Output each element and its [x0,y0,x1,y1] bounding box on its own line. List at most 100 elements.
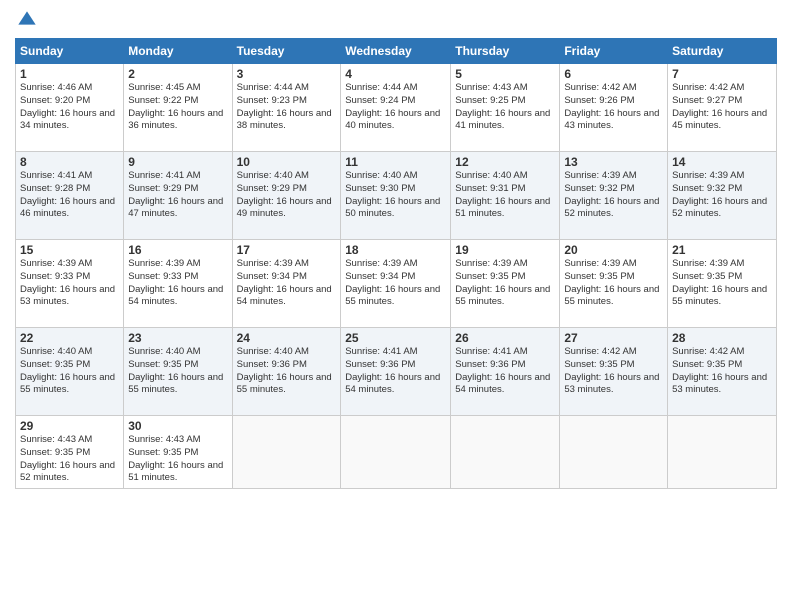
day-info: Sunrise: 4:43 AMSunset: 9:35 PMDaylight:… [20,434,119,485]
calendar-cell: 24Sunrise: 4:40 AMSunset: 9:36 PMDayligh… [232,328,341,416]
day-info: Sunrise: 4:39 AMSunset: 9:33 PMDaylight:… [128,258,227,309]
day-number: 8 [20,155,119,169]
calendar-header-row: SundayMondayTuesdayWednesdayThursdayFrid… [16,39,777,64]
calendar-cell: 23Sunrise: 4:40 AMSunset: 9:35 PMDayligh… [124,328,232,416]
calendar-week-row: 29Sunrise: 4:43 AMSunset: 9:35 PMDayligh… [16,416,777,489]
day-info: Sunrise: 4:44 AMSunset: 9:23 PMDaylight:… [237,82,337,133]
day-info: Sunrise: 4:39 AMSunset: 9:32 PMDaylight:… [564,170,663,221]
day-info: Sunrise: 4:40 AMSunset: 9:36 PMDaylight:… [237,346,337,397]
day-number: 30 [128,419,227,433]
calendar-cell: 22Sunrise: 4:40 AMSunset: 9:35 PMDayligh… [16,328,124,416]
page: SundayMondayTuesdayWednesdayThursdayFrid… [0,0,792,612]
day-number: 19 [455,243,555,257]
calendar-header-thursday: Thursday [451,39,560,64]
calendar-cell: 17Sunrise: 4:39 AMSunset: 9:34 PMDayligh… [232,240,341,328]
day-info: Sunrise: 4:40 AMSunset: 9:30 PMDaylight:… [345,170,446,221]
day-number: 2 [128,67,227,81]
calendar-cell: 12Sunrise: 4:40 AMSunset: 9:31 PMDayligh… [451,152,560,240]
calendar-cell: 29Sunrise: 4:43 AMSunset: 9:35 PMDayligh… [16,416,124,489]
day-info: Sunrise: 4:44 AMSunset: 9:24 PMDaylight:… [345,82,446,133]
day-number: 26 [455,331,555,345]
day-info: Sunrise: 4:39 AMSunset: 9:32 PMDaylight:… [672,170,772,221]
day-number: 21 [672,243,772,257]
calendar-cell [341,416,451,489]
day-number: 16 [128,243,227,257]
calendar-cell: 30Sunrise: 4:43 AMSunset: 9:35 PMDayligh… [124,416,232,489]
calendar-cell: 15Sunrise: 4:39 AMSunset: 9:33 PMDayligh… [16,240,124,328]
day-info: Sunrise: 4:41 AMSunset: 9:28 PMDaylight:… [20,170,119,221]
day-info: Sunrise: 4:40 AMSunset: 9:29 PMDaylight:… [237,170,337,221]
day-number: 1 [20,67,119,81]
calendar-cell: 13Sunrise: 4:39 AMSunset: 9:32 PMDayligh… [560,152,668,240]
day-info: Sunrise: 4:41 AMSunset: 9:29 PMDaylight:… [128,170,227,221]
day-info: Sunrise: 4:39 AMSunset: 9:35 PMDaylight:… [455,258,555,309]
day-number: 10 [237,155,337,169]
calendar-week-row: 22Sunrise: 4:40 AMSunset: 9:35 PMDayligh… [16,328,777,416]
day-number: 17 [237,243,337,257]
calendar-cell: 2Sunrise: 4:45 AMSunset: 9:22 PMDaylight… [124,64,232,152]
calendar-cell [668,416,777,489]
day-number: 11 [345,155,446,169]
logo-icon [17,10,37,30]
day-number: 18 [345,243,446,257]
calendar-header-saturday: Saturday [668,39,777,64]
day-info: Sunrise: 4:43 AMSunset: 9:25 PMDaylight:… [455,82,555,133]
calendar-cell: 16Sunrise: 4:39 AMSunset: 9:33 PMDayligh… [124,240,232,328]
day-info: Sunrise: 4:46 AMSunset: 9:20 PMDaylight:… [20,82,119,133]
calendar-header-sunday: Sunday [16,39,124,64]
day-number: 29 [20,419,119,433]
calendar-cell [232,416,341,489]
day-number: 3 [237,67,337,81]
day-number: 28 [672,331,772,345]
day-number: 20 [564,243,663,257]
day-info: Sunrise: 4:41 AMSunset: 9:36 PMDaylight:… [455,346,555,397]
calendar-cell: 20Sunrise: 4:39 AMSunset: 9:35 PMDayligh… [560,240,668,328]
day-number: 24 [237,331,337,345]
calendar-cell: 14Sunrise: 4:39 AMSunset: 9:32 PMDayligh… [668,152,777,240]
day-number: 12 [455,155,555,169]
calendar-cell: 10Sunrise: 4:40 AMSunset: 9:29 PMDayligh… [232,152,341,240]
logo [15,10,37,30]
day-info: Sunrise: 4:39 AMSunset: 9:34 PMDaylight:… [237,258,337,309]
calendar-week-row: 1Sunrise: 4:46 AMSunset: 9:20 PMDaylight… [16,64,777,152]
day-info: Sunrise: 4:39 AMSunset: 9:35 PMDaylight:… [564,258,663,309]
calendar-header-tuesday: Tuesday [232,39,341,64]
calendar-week-row: 15Sunrise: 4:39 AMSunset: 9:33 PMDayligh… [16,240,777,328]
calendar-cell: 5Sunrise: 4:43 AMSunset: 9:25 PMDaylight… [451,64,560,152]
calendar-cell: 19Sunrise: 4:39 AMSunset: 9:35 PMDayligh… [451,240,560,328]
header [15,10,777,30]
calendar-header-wednesday: Wednesday [341,39,451,64]
day-info: Sunrise: 4:39 AMSunset: 9:33 PMDaylight:… [20,258,119,309]
day-info: Sunrise: 4:40 AMSunset: 9:35 PMDaylight:… [128,346,227,397]
calendar-cell: 27Sunrise: 4:42 AMSunset: 9:35 PMDayligh… [560,328,668,416]
calendar-cell: 6Sunrise: 4:42 AMSunset: 9:26 PMDaylight… [560,64,668,152]
calendar-cell [560,416,668,489]
day-number: 15 [20,243,119,257]
day-number: 14 [672,155,772,169]
day-info: Sunrise: 4:45 AMSunset: 9:22 PMDaylight:… [128,82,227,133]
calendar-cell: 8Sunrise: 4:41 AMSunset: 9:28 PMDaylight… [16,152,124,240]
day-info: Sunrise: 4:42 AMSunset: 9:26 PMDaylight:… [564,82,663,133]
day-info: Sunrise: 4:42 AMSunset: 9:35 PMDaylight:… [672,346,772,397]
calendar-cell: 7Sunrise: 4:42 AMSunset: 9:27 PMDaylight… [668,64,777,152]
calendar-cell: 26Sunrise: 4:41 AMSunset: 9:36 PMDayligh… [451,328,560,416]
day-info: Sunrise: 4:39 AMSunset: 9:34 PMDaylight:… [345,258,446,309]
calendar-cell: 11Sunrise: 4:40 AMSunset: 9:30 PMDayligh… [341,152,451,240]
day-number: 25 [345,331,446,345]
day-number: 9 [128,155,227,169]
day-info: Sunrise: 4:42 AMSunset: 9:35 PMDaylight:… [564,346,663,397]
calendar-cell: 18Sunrise: 4:39 AMSunset: 9:34 PMDayligh… [341,240,451,328]
calendar-cell: 21Sunrise: 4:39 AMSunset: 9:35 PMDayligh… [668,240,777,328]
day-info: Sunrise: 4:43 AMSunset: 9:35 PMDaylight:… [128,434,227,485]
calendar-cell [451,416,560,489]
calendar-header-friday: Friday [560,39,668,64]
day-number: 7 [672,67,772,81]
day-number: 6 [564,67,663,81]
day-number: 27 [564,331,663,345]
calendar-cell: 4Sunrise: 4:44 AMSunset: 9:24 PMDaylight… [341,64,451,152]
calendar-cell: 25Sunrise: 4:41 AMSunset: 9:36 PMDayligh… [341,328,451,416]
day-info: Sunrise: 4:42 AMSunset: 9:27 PMDaylight:… [672,82,772,133]
calendar-cell: 28Sunrise: 4:42 AMSunset: 9:35 PMDayligh… [668,328,777,416]
day-info: Sunrise: 4:41 AMSunset: 9:36 PMDaylight:… [345,346,446,397]
day-info: Sunrise: 4:40 AMSunset: 9:31 PMDaylight:… [455,170,555,221]
